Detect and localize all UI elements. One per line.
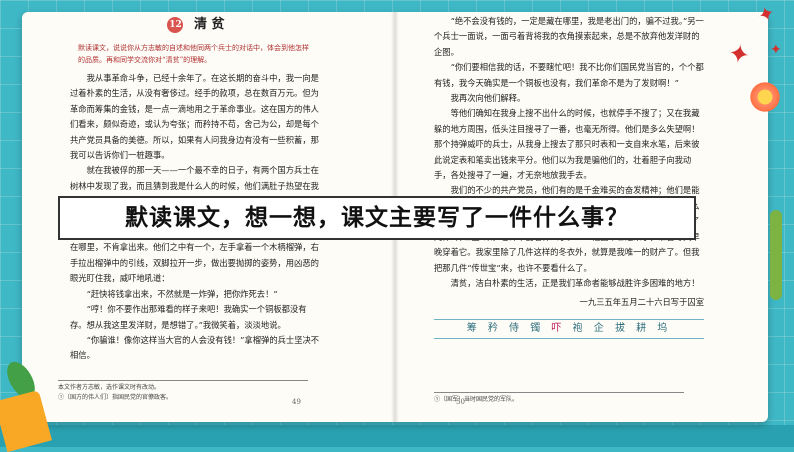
new-words: 筹 矜 侍 镯 — [466, 322, 552, 334]
paragraph: 我从事革命斗争，已经十余年了。在这长期的奋斗中，我一向是过着朴素的生活，从没有奢… — [70, 73, 319, 161]
date-signoff: 一九三五年五月二十六日写于囚室 — [579, 297, 704, 308]
left-page: 12 清 贫 默读课文，说说你从方志敏的自述和他同两个兵士的对话中，体会到他怎样… — [70, 14, 322, 364]
lesson-title: 清 贫 — [194, 17, 225, 32]
reading-guide: 默读课文，说说你从方志敏的自述和他同两个兵士的对话中，体会到他怎样的品质。再和同… — [78, 44, 309, 64]
paragraph: 我再次向他们解释。 — [450, 93, 526, 104]
right-page: “绝不会没有钱的，一定是藏在哪里，我是老出门的，骗不过我。”另一个兵士一面说，一… — [434, 14, 704, 339]
new-words-box: 筹 矜 侍 镯 吓 袍 企 拔 耕 坞 — [434, 318, 704, 339]
cactus-icon — [770, 210, 782, 300]
question-banner: 默读课文，想一想，课文主要写了一件什么事？ — [58, 196, 696, 240]
paragraph: “你骗谁！像你这样当大官的人会没有钱！”拿榴弹的兵士坚决不相信。 — [70, 334, 320, 361]
bottom-stripe — [0, 425, 794, 447]
left-footnotes: 本文作者方志敏，选作课文时有改动。 ①〔国方的伟人们〕指国民党的官僚政客。 — [58, 380, 308, 403]
flower-icon — [748, 80, 782, 114]
right-footnote: ①〔国军〕当时国民党的军队。 — [434, 392, 684, 405]
footnote-author: 本文作者方志敏，选作课文时有改动。 — [58, 384, 161, 391]
new-words: 袍 企 拔 耕 坞 — [565, 322, 672, 334]
paragraph: “哼！你不要作出那难看的样子来吧！我确实一个铜板都没有存。想从我这里发洋财，是想… — [70, 304, 307, 330]
lesson-title-row: 12 清 贫 — [70, 14, 322, 36]
footnote-1: ①〔国方的伟人们〕指国民党的官僚政客。 — [58, 394, 173, 401]
paragraph: “赶快将钱拿出来，不然就是一炸弹，把你炸死去！” — [86, 288, 278, 299]
paragraph: 清贫，洁白朴素的生活，正是我们革命者能够战胜许多困难的地方！ — [450, 277, 700, 288]
paragraph: “你们要相信我的话，不要瞎忙吧！我不比你们国民党当官的，个个都有钱，我今天确实是… — [434, 62, 704, 88]
bird-icon: ✦ — [770, 42, 782, 58]
paragraph: 等他们确知在我身上搜不出什么的时候，也就停手不搜了；又在我藏躲的地方周围，低头注… — [434, 108, 700, 181]
page-number-right: 50 — [456, 398, 465, 406]
new-word-highlight: 吓 — [551, 322, 566, 334]
paragraph: “绝不会没有钱的，一定是藏在哪里，我是老出门的，骗不过我。”另一个兵士一面说，一… — [434, 16, 704, 57]
lesson-number-badge: 12 — [167, 16, 184, 33]
page-number-left: 49 — [292, 398, 301, 406]
